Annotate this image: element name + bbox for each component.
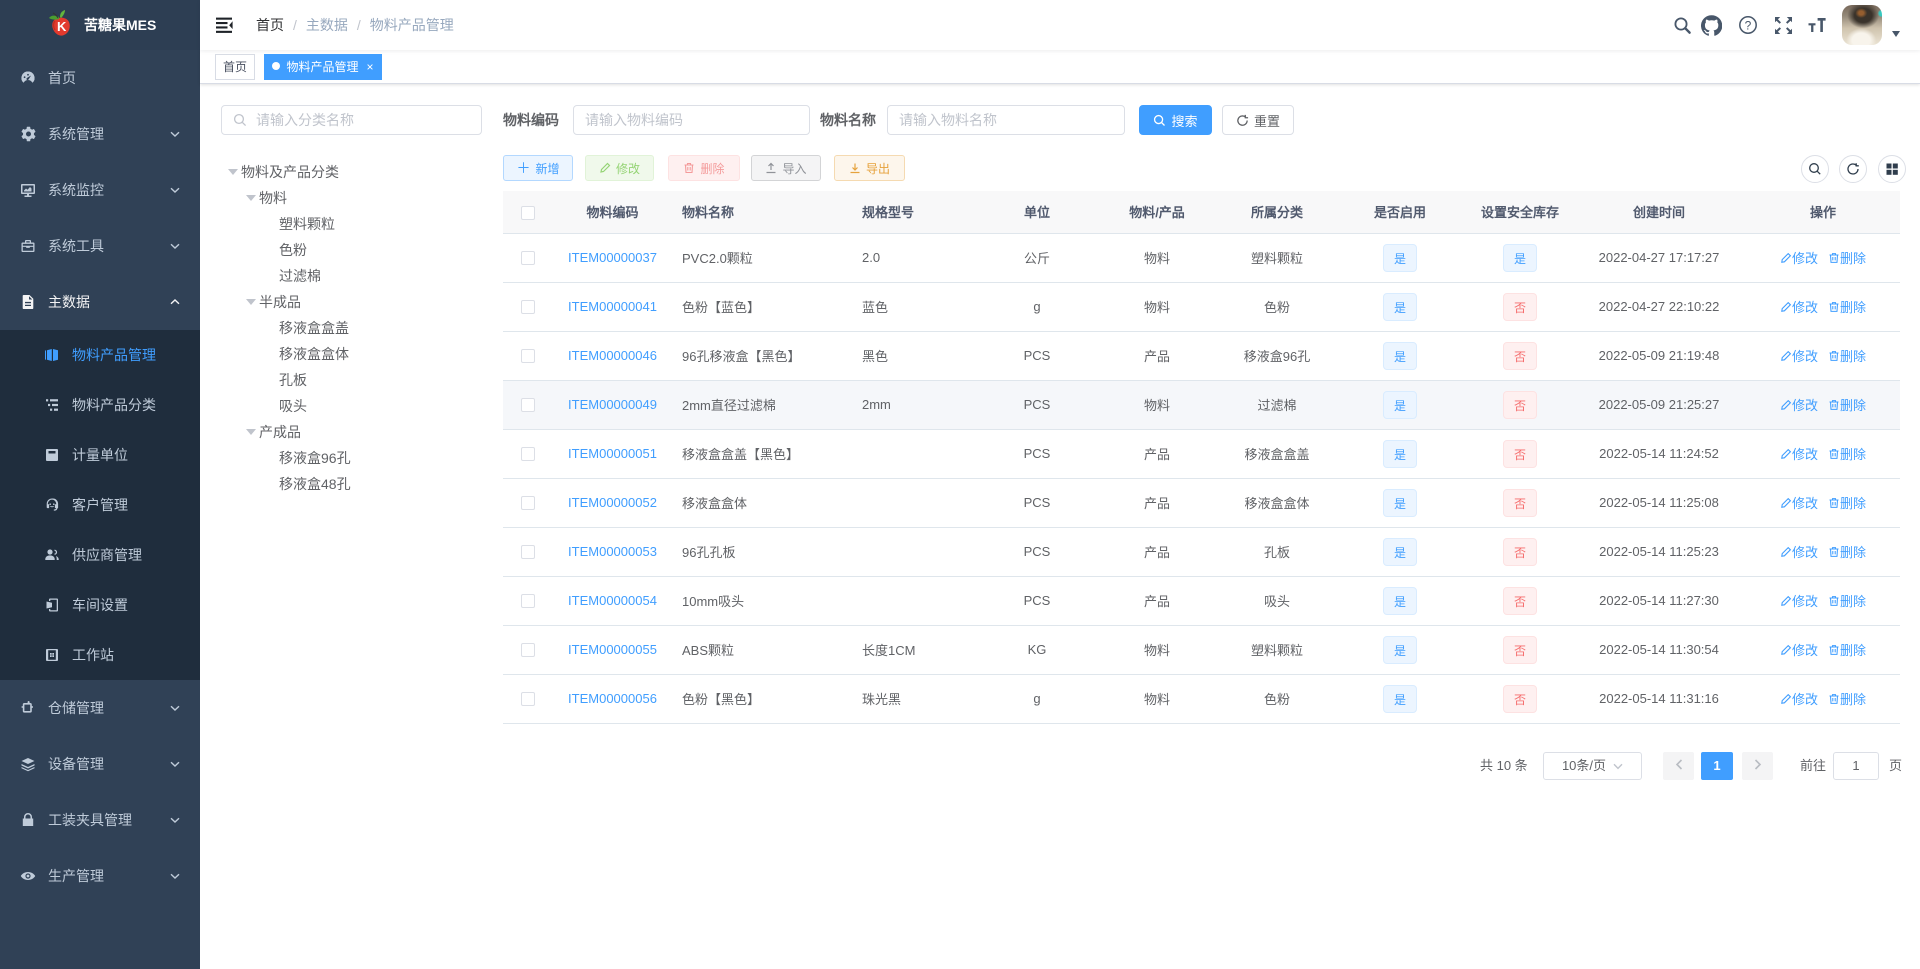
svg-text:?: ? <box>1745 18 1752 32</box>
svg-text:K: K <box>57 19 67 34</box>
